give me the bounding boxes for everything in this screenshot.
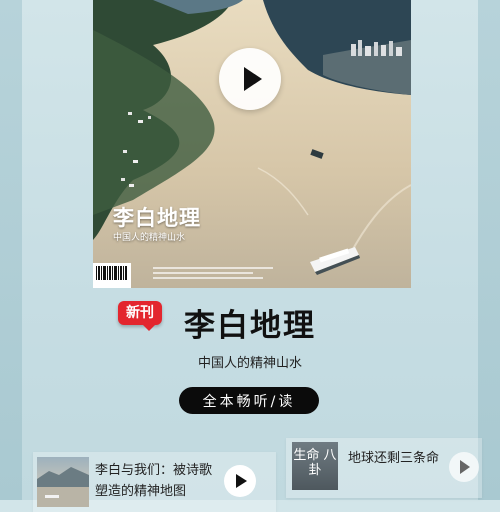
- listen-read-full-button[interactable]: 全本畅听/读: [179, 387, 319, 414]
- play-icon[interactable]: [449, 452, 479, 482]
- play-icon[interactable]: [219, 48, 281, 110]
- right-edge-card: [478, 0, 500, 500]
- cover-subtitle: 中国人的精神山水: [113, 233, 186, 243]
- magazine-cover[interactable]: 李白地理 中国人的精神山水: [93, 0, 411, 288]
- card-title: 李白与我们：被诗歌塑造的精神地图: [95, 463, 213, 499]
- cover-landscape: [93, 0, 411, 288]
- audio-card-2[interactable]: 生命 八卦 地球还剩三条命: [286, 438, 482, 498]
- audio-card-1[interactable]: 李白与我们：被诗歌塑造的精神地图: [33, 452, 276, 512]
- cover-fine-print: [153, 264, 283, 286]
- magazine-title: 李白地理: [184, 308, 316, 344]
- play-icon[interactable]: [224, 465, 256, 497]
- cover-title: 李白地理: [113, 205, 201, 230]
- new-issue-badge: 新刊: [118, 301, 162, 331]
- barcode-icon: [93, 263, 131, 288]
- magazine-subtitle: 中国人的精神山水: [197, 356, 302, 371]
- left-edge-card: [0, 0, 22, 500]
- card-thumbnail: 生命 八卦: [292, 442, 338, 490]
- card-title: 地球还剩三条命: [348, 451, 440, 466]
